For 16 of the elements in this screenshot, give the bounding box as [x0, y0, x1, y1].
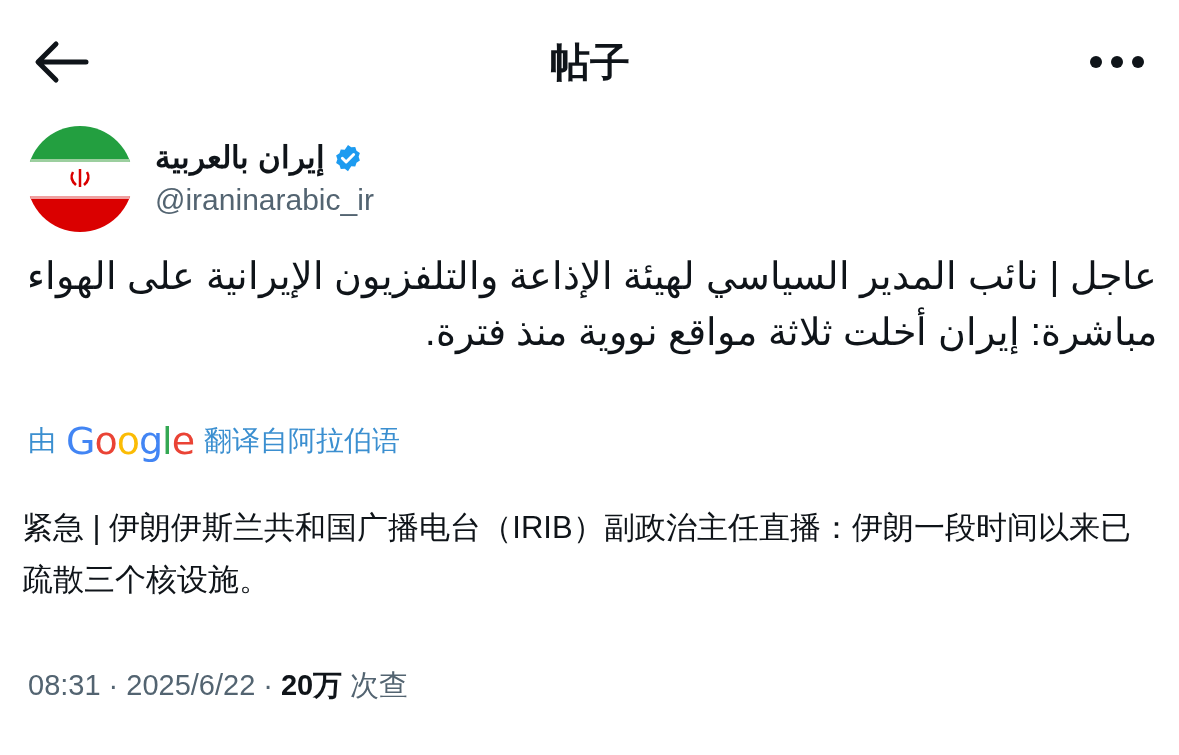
- post-text: عاجل | نائب المدير السياسي لهيئة الإذاعة والتلفزيون الإيرانية على الهواء مباشرة: إيران أخلت ثلاثة مواقع نووية منذ فترة.: [25, 254, 1157, 357]
- translation-source: 翻译自阿拉伯语: [204, 424, 401, 458]
- translation-prefix: 由: [28, 424, 56, 458]
- post-date: 2025/6/22: [126, 668, 256, 703]
- google-logo: Google: [66, 417, 195, 465]
- author-name[interactable]: إيران بالعربية: [155, 138, 325, 178]
- views-count: 20万: [280, 668, 343, 703]
- translated-text: 紧急 | 伊朗伊斯兰共和国广播电台（IRIB）副政治主任直播：伊朗一段时间以来已疏散三个核设施。: [22, 509, 1132, 599]
- back-arrow-icon[interactable]: [34, 40, 90, 84]
- post-time: 08:31: [28, 668, 101, 703]
- views-label: 次查: [350, 668, 409, 703]
- separator-dot: ·: [263, 668, 273, 703]
- page-title: 帖子: [549, 39, 630, 86]
- author-handle[interactable]: @iraninarabic_ir: [155, 180, 374, 220]
- separator-dot: ·: [108, 668, 119, 703]
- more-icon[interactable]: [1089, 55, 1145, 69]
